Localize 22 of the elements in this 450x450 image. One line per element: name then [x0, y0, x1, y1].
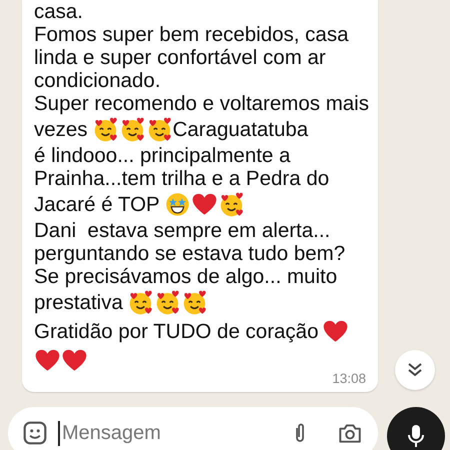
scroll-down-button[interactable]: [395, 350, 435, 390]
message-text: Super recomendo e voltaremos mais: [34, 92, 369, 115]
message-field[interactable]: Mensagem: [58, 420, 278, 446]
message-text: condicionado.: [34, 69, 161, 92]
message-text: Dani estava sempre em alerta...: [34, 219, 330, 242]
microphone-button[interactable]: [387, 407, 445, 450]
message-text: casa.: [34, 0, 83, 23]
message-time: 13:08: [331, 371, 366, 386]
message-text: Gratidão por TUDO de coração: [34, 320, 318, 343]
message-text: é lindooo... principalmente a: [34, 144, 290, 167]
star-eyes-face-icon: [164, 191, 191, 218]
message-text: Se precisávamos de algo... muito: [34, 265, 338, 288]
sticker-icon[interactable]: [22, 420, 48, 446]
message-text: vezes: [34, 118, 88, 141]
message-text: Caraguatatuba: [172, 118, 308, 141]
message-text: perguntando se estava tudo bem?: [34, 242, 346, 265]
message-text: Fomos super bem recebidos, casa: [34, 23, 348, 46]
message-text: Jacaré é TOP: [34, 193, 160, 216]
message-text: linda e super confortável com ar: [34, 46, 326, 69]
composer-bar[interactable]: Mensagem: [8, 407, 378, 450]
message-text: Prainha...tem trilha e a Pedra do: [34, 167, 330, 190]
message-text: prestativa: [34, 291, 123, 314]
